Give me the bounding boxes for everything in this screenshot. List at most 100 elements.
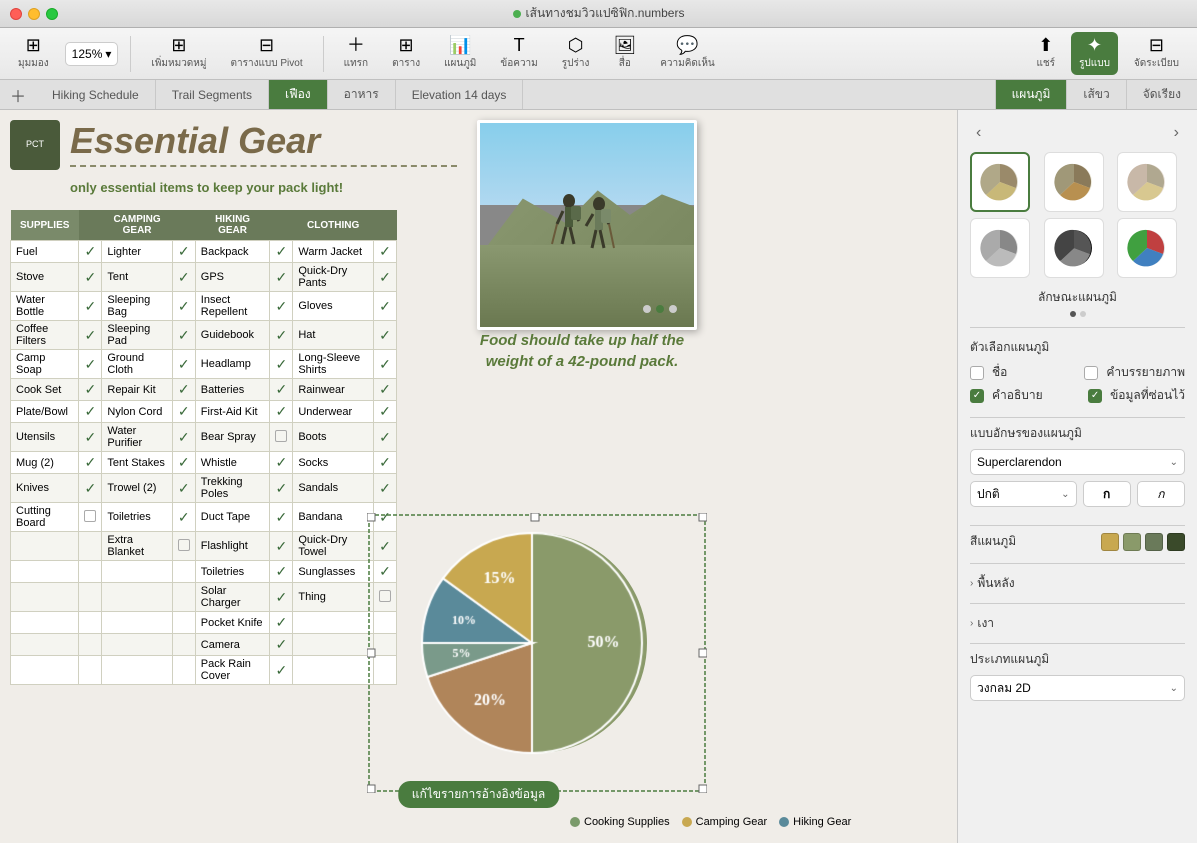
cell-check-1[interactable]: ✓ [172, 292, 195, 321]
cell-check-2[interactable]: ✓ [270, 379, 293, 401]
chart-style-3[interactable] [1117, 152, 1177, 212]
cell-check-2[interactable]: ✓ [270, 503, 293, 532]
cell-check-1[interactable]: ✓ [172, 241, 195, 263]
hidden-checkbox[interactable]: ✓ [1088, 389, 1102, 403]
cell-check-0[interactable]: ✓ [79, 452, 102, 474]
pivot-button[interactable]: ⊟ ตารางแบบ Pivot [222, 32, 310, 75]
cell-check-0[interactable] [79, 634, 102, 656]
cell-check-3[interactable]: ✓ [373, 321, 396, 350]
cell-check-2[interactable]: ✓ [270, 401, 293, 423]
cell-check-2[interactable] [270, 423, 293, 452]
cell-check-1[interactable]: ✓ [172, 379, 195, 401]
cell-check-0[interactable]: ✓ [79, 474, 102, 503]
cell-check-2[interactable]: ✓ [270, 656, 293, 685]
font-select[interactable]: Superclarendon ⌄ [970, 449, 1185, 475]
cell-check-1[interactable] [172, 561, 195, 583]
cell-check-3[interactable]: ✓ [373, 401, 396, 423]
share-button[interactable]: ⬆ แชร์ [1028, 32, 1063, 75]
chart-button[interactable]: 📊 แผนภูมิ [436, 32, 484, 75]
pie-chart-container[interactable] [367, 513, 707, 813]
cell-check-2[interactable]: ✓ [270, 452, 293, 474]
cell-check-1[interactable]: ✓ [172, 423, 195, 452]
cell-check-0[interactable]: ✓ [79, 263, 102, 292]
format-button[interactable]: ✦ รูปแบบ [1071, 32, 1118, 75]
organize-button[interactable]: ⊟ จัดระเบียบ [1126, 32, 1187, 75]
cell-check-0[interactable]: ✓ [79, 423, 102, 452]
cell-check-0[interactable]: ✓ [79, 321, 102, 350]
cell-check-1[interactable]: ✓ [172, 401, 195, 423]
tab-chart-panel[interactable]: แผนภูมิ [995, 80, 1067, 109]
minimize-button[interactable] [28, 8, 40, 20]
shape-button[interactable]: ⬡ รูปร่าง [554, 32, 598, 75]
swatch-1[interactable] [1101, 533, 1119, 551]
cell-check-0[interactable] [79, 532, 102, 561]
tab-axis-panel[interactable]: เส้ขว [1066, 80, 1125, 109]
cell-check-1[interactable] [172, 532, 195, 561]
media-button[interactable]: 🖼 สื่อ [605, 32, 644, 75]
cell-check-2[interactable]: ✓ [270, 612, 293, 634]
desc-checkbox[interactable]: ✓ [970, 389, 984, 403]
cell-check-0[interactable]: ✓ [79, 350, 102, 379]
cell-check-2[interactable]: ✓ [270, 634, 293, 656]
cell-check-2[interactable]: ✓ [270, 321, 293, 350]
cell-check-0[interactable] [79, 503, 102, 532]
cell-check-3[interactable]: ✓ [373, 452, 396, 474]
view-button[interactable]: ⊞ มุมมอง [10, 32, 57, 75]
cell-check-2[interactable]: ✓ [270, 474, 293, 503]
cell-check-1[interactable] [172, 656, 195, 685]
cell-check-2[interactable]: ✓ [270, 350, 293, 379]
cell-check-3[interactable]: ✓ [373, 263, 396, 292]
cell-check-3[interactable]: ✓ [373, 423, 396, 452]
cell-check-1[interactable]: ✓ [172, 474, 195, 503]
cell-check-1[interactable]: ✓ [172, 321, 195, 350]
cell-check-3[interactable]: ✓ [373, 292, 396, 321]
cell-check-1[interactable] [172, 612, 195, 634]
close-button[interactable] [10, 8, 22, 20]
cell-check-3[interactable]: ✓ [373, 474, 396, 503]
chart-style-6[interactable] [1117, 218, 1177, 278]
italic-button[interactable]: ก [1137, 481, 1185, 507]
chart-style-1[interactable] [970, 152, 1030, 212]
tab-arrange-panel[interactable]: จัดเรียง [1126, 80, 1197, 109]
tab-gear[interactable]: เฟือง [269, 80, 328, 109]
caption-checkbox[interactable] [1084, 366, 1098, 380]
cell-check-3[interactable]: ✓ [373, 241, 396, 263]
edit-source-button[interactable]: แก้ไขรายการอ้างอิงข้อมูล [398, 781, 559, 808]
table-button[interactable]: ⊞ ตาราง [384, 32, 428, 75]
next-arrow[interactable]: › [1168, 122, 1185, 144]
cell-check-1[interactable]: ✓ [172, 263, 195, 292]
font-style-select[interactable]: ปกติ ⌄ [970, 481, 1077, 507]
tab-trail-segments[interactable]: Trail Segments [156, 80, 269, 109]
cell-check-2[interactable]: ✓ [270, 241, 293, 263]
chart-style-5[interactable] [1044, 218, 1104, 278]
cell-check-2[interactable]: ✓ [270, 292, 293, 321]
cell-check-1[interactable]: ✓ [172, 452, 195, 474]
add-sheet-button[interactable]: ＋ [0, 80, 36, 109]
name-checkbox[interactable] [970, 366, 984, 380]
zoom-control[interactable]: 125% ▾ [65, 42, 119, 66]
chart-style-2[interactable] [1044, 152, 1104, 212]
chart-type-select[interactable]: วงกลม 2D ⌄ [970, 675, 1185, 701]
comment-button[interactable]: 💬 ความคิดเห็น [652, 32, 723, 75]
cell-check-3[interactable]: ✓ [373, 350, 396, 379]
cell-check-3[interactable]: ✓ [373, 379, 396, 401]
maximize-button[interactable] [46, 8, 58, 20]
cell-check-0[interactable]: ✓ [79, 292, 102, 321]
cell-check-1[interactable] [172, 583, 195, 612]
cell-check-1[interactable]: ✓ [172, 503, 195, 532]
cell-check-2[interactable]: ✓ [270, 532, 293, 561]
background-section[interactable]: › พื้นหลัง [970, 570, 1185, 597]
add-category-button[interactable]: ⊞ เพิ่มหมวดหมู่ [143, 32, 214, 75]
chart-style-4[interactable] [970, 218, 1030, 278]
cell-check-0[interactable]: ✓ [79, 379, 102, 401]
cell-check-0[interactable]: ✓ [79, 401, 102, 423]
bold-button[interactable]: ก [1083, 481, 1131, 507]
swatch-4[interactable] [1167, 533, 1185, 551]
cell-check-0[interactable] [79, 656, 102, 685]
cell-check-0[interactable] [79, 583, 102, 612]
tab-elevation[interactable]: Elevation 14 days [396, 80, 524, 109]
insert-button[interactable]: ＋ แทรก [336, 32, 376, 75]
shadow-section[interactable]: › เงา [970, 610, 1185, 637]
swatch-3[interactable] [1145, 533, 1163, 551]
cell-check-2[interactable]: ✓ [270, 263, 293, 292]
